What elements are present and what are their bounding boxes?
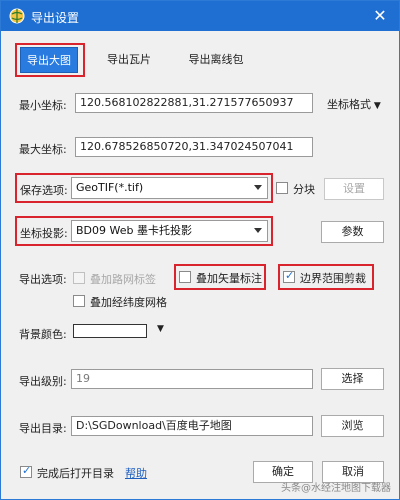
coord-format-label: 坐标格式 [327, 98, 371, 111]
background-color-swatch [73, 324, 147, 338]
road-grid-checkbox[interactable] [73, 272, 85, 284]
browse-button[interactable]: 浏览 [321, 415, 384, 437]
help-link[interactable]: 帮助 [125, 465, 147, 481]
boundary-clip-checkbox[interactable] [283, 269, 295, 283]
projection-select[interactable]: BD09 Web 墨卡托投影 [71, 220, 268, 242]
dropdown-arrow-icon [254, 228, 262, 233]
watermark-text: 头条@水经注地图下载器 [281, 483, 391, 494]
save-format-select[interactable]: GeoTIF(*.tif) [71, 177, 268, 199]
open-after-label: 完成后打开目录 [37, 467, 114, 480]
coord-format-menu[interactable]: 坐标格式 ▼ [327, 96, 381, 112]
lat-lon-grid-checkbox[interactable] [73, 295, 85, 307]
select-level-button[interactable]: 选择 [321, 368, 384, 390]
min-coord-label: 最小坐标: [19, 99, 67, 112]
max-coord-input[interactable]: 120.678526850720,31.347024507041 [75, 137, 313, 157]
vector-annotation-label: 叠加矢量标注 [196, 272, 262, 285]
projection-value: BD09 Web 墨卡托投影 [76, 224, 192, 237]
road-grid-label: 叠加路网标签 [90, 273, 156, 286]
export-dir-input[interactable]: D:\SGDownload\百度电子地图 [71, 416, 313, 436]
tab-export-large-image[interactable]: 导出大图 [20, 47, 78, 73]
title-bar[interactable]: 导出设置 ✕ [1, 1, 399, 31]
params-button[interactable]: 参数 [321, 221, 384, 243]
max-coord-label: 最大坐标: [19, 143, 67, 156]
app-globe-icon [9, 8, 25, 24]
tile-checkbox-label: 分块 [293, 183, 315, 196]
close-icon: ✕ [373, 6, 387, 25]
tab-export-tiles[interactable]: 导出瓦片 [101, 47, 157, 73]
export-settings-window: 导出设置 ✕ 导出大图 导出瓦片 导出离线包 最小坐标: 120.5681028… [0, 0, 400, 500]
close-button[interactable]: ✕ [369, 5, 391, 27]
export-dir-label: 导出目录: [19, 422, 67, 435]
export-level-input[interactable]: 19 [71, 369, 313, 389]
background-color-picker[interactable]: ▼ [71, 321, 171, 343]
tab-export-offline-package[interactable]: 导出离线包 [171, 47, 261, 73]
caret-down-icon: ▼ [371, 101, 381, 111]
vector-annotation-checkbox[interactable] [179, 271, 191, 283]
caret-down-icon: ▼ [157, 324, 164, 334]
save-format-value: GeoTIF(*.tif) [76, 181, 144, 194]
projection-label: 坐标投影: [20, 227, 68, 240]
settings-button[interactable]: 设置 [324, 178, 384, 200]
dropdown-arrow-icon [254, 185, 262, 190]
lat-lon-grid-label: 叠加经纬度网格 [90, 296, 167, 309]
export-level-label: 导出级别: [19, 375, 67, 388]
min-coord-input[interactable]: 120.568102822881,31.271577650937 [75, 93, 313, 113]
tile-checkbox[interactable] [276, 182, 288, 194]
export-options-label: 导出选项: [19, 273, 67, 286]
save-option-label: 保存选项: [20, 184, 68, 197]
background-color-label: 背景颜色: [19, 328, 67, 341]
open-after-checkbox[interactable] [20, 464, 32, 478]
boundary-clip-label: 边界范围剪裁 [300, 272, 366, 285]
window-title: 导出设置 [31, 11, 80, 25]
